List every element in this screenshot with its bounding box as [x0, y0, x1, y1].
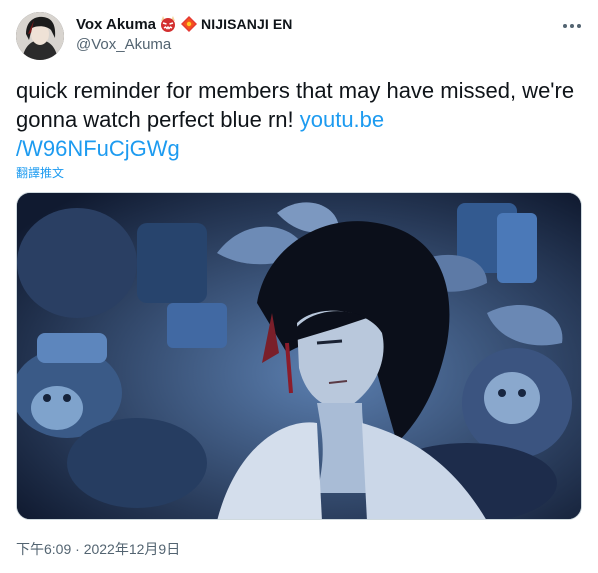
tweet-text-body: quick reminder for members that may have…	[16, 78, 575, 132]
translate-tweet-button[interactable]: 翻譯推文	[16, 164, 64, 181]
tweet-link-part1: youtu.be	[299, 107, 385, 132]
tweet-media-image[interactable]	[16, 192, 582, 520]
tweet-link-part2: /W96NFuCjGWg	[16, 136, 180, 161]
affiliation-label: NIJISANJI EN	[201, 16, 293, 32]
tweet-card: Vox Akuma NIJISANJI EN @Vox_Akuma quick …	[0, 0, 598, 573]
handle[interactable]: @Vox_Akuma	[76, 36, 292, 55]
oni-mask-emoji-icon	[159, 15, 177, 33]
display-name-row: Vox Akuma NIJISANJI EN	[76, 14, 292, 34]
display-name[interactable]: Vox Akuma	[76, 16, 156, 33]
avatar[interactable]	[16, 12, 64, 60]
red-envelope-emoji-icon	[180, 15, 198, 33]
author-info: Vox Akuma NIJISANJI EN @Vox_Akuma	[76, 14, 292, 55]
more-dot	[577, 24, 581, 28]
more-horizontal-icon	[563, 24, 567, 28]
more-dot	[570, 24, 574, 28]
timestamp[interactable]: 下午6:09 · 2022年12月9日	[16, 539, 180, 559]
avatar-image	[16, 12, 64, 60]
more-options-button[interactable]	[560, 14, 584, 38]
illustration	[17, 193, 581, 519]
tweet-text: quick reminder for members that may have…	[16, 76, 582, 163]
